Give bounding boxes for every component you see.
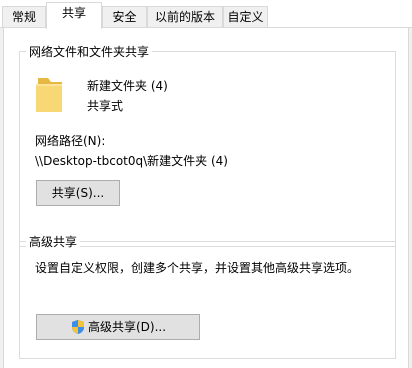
advanced-sharing-button[interactable]: 高级共享(D)... (36, 314, 200, 340)
advanced-sharing-group-title: 高级共享 (26, 234, 81, 250)
tab-previous-versions[interactable]: 以前的版本 (147, 6, 223, 28)
advanced-sharing-group: 高级共享 设置自定义权限，创建多个共享，并设置其他高级共享选项。 高级共享(D)… (19, 234, 396, 359)
tab-sharing[interactable]: 共享 (46, 2, 102, 29)
tab-general[interactable]: 常规 (2, 6, 46, 28)
tab-security[interactable]: 安全 (102, 6, 147, 28)
advanced-sharing-button-label: 高级共享(D)... (87, 320, 167, 334)
share-button[interactable]: 共享(S)... (36, 180, 120, 206)
properties-window: 常规 共享 安全 以前的版本 自定义 网络文件和文件夹共享 新建文件夹 (4) … (0, 0, 412, 368)
network-path-label: 网络路径(N): (35, 134, 106, 148)
network-sharing-group: 网络文件和文件夹共享 新建文件夹 (4) 共享式 网络路径(N): \\Desk… (19, 44, 396, 247)
network-path-value: \\Desktop-tbcot0q\新建文件夹 (4) (35, 154, 228, 168)
folder-name: 新建文件夹 (4) (87, 79, 168, 93)
share-state: 共享式 (87, 99, 124, 113)
advanced-sharing-button-content: 高级共享(D)... (70, 315, 166, 339)
uac-shield-icon (71, 320, 84, 334)
advanced-sharing-description: 设置自定义权限，创建多个共享，并设置其他高级共享选项。 (35, 261, 360, 275)
tab-panel: 网络文件和文件夹共享 新建文件夹 (4) 共享式 网络路径(N): \\Desk… (0, 27, 412, 368)
network-sharing-group-title: 网络文件和文件夹共享 (26, 44, 153, 60)
folder-icon (36, 78, 62, 112)
tab-strip: 常规 共享 安全 以前的版本 自定义 (0, 0, 412, 29)
tab-customize[interactable]: 自定义 (223, 6, 268, 28)
tab-panel-content: 网络文件和文件夹共享 新建文件夹 (4) 共享式 网络路径(N): \\Desk… (3, 28, 409, 368)
